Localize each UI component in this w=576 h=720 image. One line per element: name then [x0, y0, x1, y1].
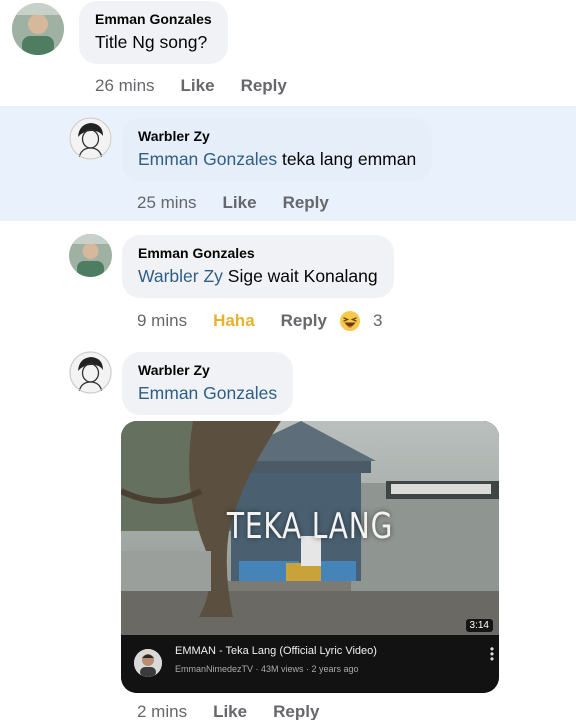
comment-bubble: Emman Gonzales Warbler Zy Sige wait Kona… [122, 235, 394, 298]
video-info-bar[interactable]: EMMAN - Teka Lang (Official Lyric Video)… [121, 635, 499, 693]
user-photo-icon [69, 234, 112, 277]
comment-text: Title Ng song? [95, 32, 208, 52]
user-photo-icon [12, 3, 64, 55]
avatar[interactable] [69, 351, 112, 394]
more-options-icon[interactable]: • • • [489, 643, 495, 665]
reply-button[interactable]: Reply [281, 311, 327, 331]
comment-actions: 25 mins Like Reply [137, 193, 341, 213]
avatar[interactable] [69, 234, 112, 277]
comment-text: Warbler Zy Sige wait Konalang [138, 266, 378, 286]
comment-time[interactable]: 25 mins [137, 193, 197, 213]
video-channel-meta: EmmanNimedezTV · 43M views · 2 years ago [175, 664, 359, 674]
comment-actions: 2 mins Like Reply [137, 702, 331, 720]
comment-author[interactable]: Emman Gonzales [138, 244, 378, 262]
comment-author[interactable]: Warbler Zy [138, 361, 277, 379]
haha-reaction-button[interactable]: Haha [213, 311, 255, 331]
comment-text: Emman Gonzales [138, 381, 277, 405]
mention-link[interactable]: Warbler Zy [138, 266, 223, 286]
comment-author[interactable]: Warbler Zy [138, 127, 416, 145]
avatar[interactable] [69, 117, 112, 160]
like-button[interactable]: Like [223, 193, 257, 213]
reply-button[interactable]: Reply [241, 76, 287, 96]
comment-time[interactable]: 2 mins [137, 702, 187, 720]
reaction-count: 3 [372, 311, 383, 330]
comment-text: Emman Gonzales teka lang emman [138, 149, 417, 169]
mention-link[interactable]: Emman Gonzales [138, 149, 277, 169]
comment-time[interactable]: 9 mins [137, 311, 187, 331]
like-button[interactable]: Like [213, 702, 247, 720]
video-duration-badge: 3:14 [465, 619, 493, 632]
video-overlay-title: TEKA LANG [226, 506, 394, 547]
avatar[interactable] [12, 3, 64, 55]
comment-bubble: Emman Gonzales Title Ng song? [79, 1, 228, 64]
haha-emoji-icon[interactable] [339, 310, 361, 332]
sketch-avatar-icon [69, 117, 112, 160]
like-button[interactable]: Like [181, 76, 215, 96]
comment-bubble: Warbler Zy Emman Gonzales [122, 352, 294, 415]
video-title[interactable]: EMMAN - Teka Lang (Official Lyric Video) [175, 645, 377, 657]
sketch-avatar-icon [69, 351, 112, 394]
video-preview-card[interactable]: TEKA LANG 3:14 EMMAN - Teka Lang (Offici… [121, 421, 499, 693]
reply-button[interactable]: Reply [283, 193, 329, 213]
comment-time[interactable]: 26 mins [95, 76, 155, 96]
comment-actions: 9 mins Haha Reply 3 [137, 310, 382, 332]
channel-avatar[interactable] [134, 649, 162, 677]
mention-link[interactable]: Emman Gonzales [138, 383, 277, 403]
comment-actions: 26 mins Like Reply [95, 76, 299, 96]
reply-button[interactable]: Reply [273, 702, 319, 720]
comment-author[interactable]: Emman Gonzales [95, 10, 212, 28]
comment-bubble: Warbler Zy Emman Gonzales teka lang emma… [122, 118, 433, 181]
